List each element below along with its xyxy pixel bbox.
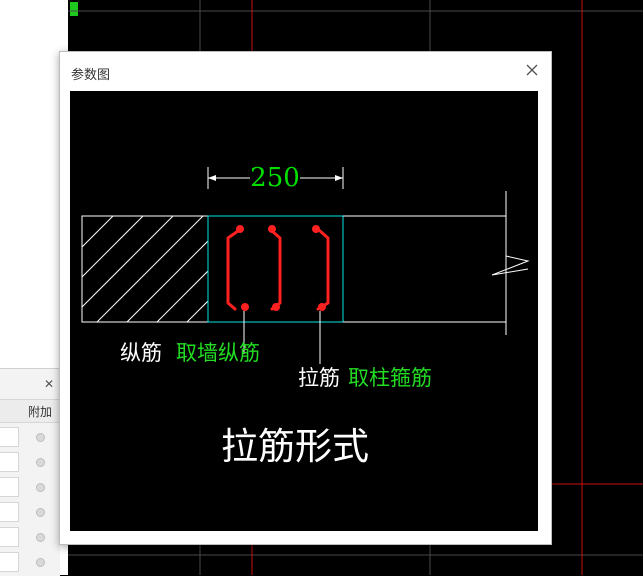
dimension-value: 250	[250, 163, 300, 193]
row-checkbox[interactable]	[36, 458, 45, 467]
tie-bar-source: 取柱箍筋	[348, 366, 432, 390]
column-header-additional: 附加	[28, 405, 53, 419]
tie-bar-diagram: 250 纵筋 取墙纵筋 拉筋 取柱箍筋 拉筋形式	[70, 91, 538, 531]
subpanel-row[interactable]	[0, 450, 60, 474]
row-checkbox[interactable]	[36, 558, 45, 567]
subpanel-row[interactable]	[0, 425, 60, 449]
subpanel-row[interactable]	[0, 525, 60, 549]
diagram-caption: 拉筋形式	[221, 425, 369, 468]
row-checkbox[interactable]	[36, 533, 45, 542]
row-cell[interactable]	[0, 527, 19, 547]
cad-cursor-marker	[70, 2, 78, 16]
row-cell[interactable]	[0, 477, 19, 497]
wall-hatch-section	[81, 215, 209, 323]
subpanel-row[interactable]	[0, 475, 60, 499]
subpanel-row[interactable]	[0, 500, 60, 524]
close-icon[interactable]	[523, 61, 541, 79]
row-checkbox[interactable]	[36, 483, 45, 492]
row-cell[interactable]	[0, 452, 19, 472]
row-cell[interactable]	[0, 502, 19, 522]
subpanel-close-icon[interactable]: ✕	[44, 377, 54, 391]
row-checkbox[interactable]	[36, 508, 45, 517]
wall-continuation	[343, 191, 530, 335]
longitudinal-bar-source: 取墙纵筋	[176, 341, 260, 365]
parameter-diagram-dialog: 参数图 250 纵筋 取墙纵筋 拉筋 取柱箍筋 拉筋形式	[59, 51, 552, 545]
tie-bars	[226, 229, 330, 311]
row-checkbox[interactable]	[36, 433, 45, 442]
row-cell[interactable]	[0, 427, 19, 447]
subpanel-header: 附加	[0, 399, 60, 423]
tie-bar-label: 拉筋	[298, 366, 340, 390]
attribute-subpanel: ✕ 附加	[0, 368, 60, 576]
break-line-symbol	[491, 255, 530, 276]
longitudinal-bar-label: 纵筋	[120, 341, 162, 365]
dialog-title: 参数图	[71, 68, 111, 83]
subpanel-row[interactable]	[0, 550, 60, 574]
row-cell[interactable]	[0, 552, 19, 572]
